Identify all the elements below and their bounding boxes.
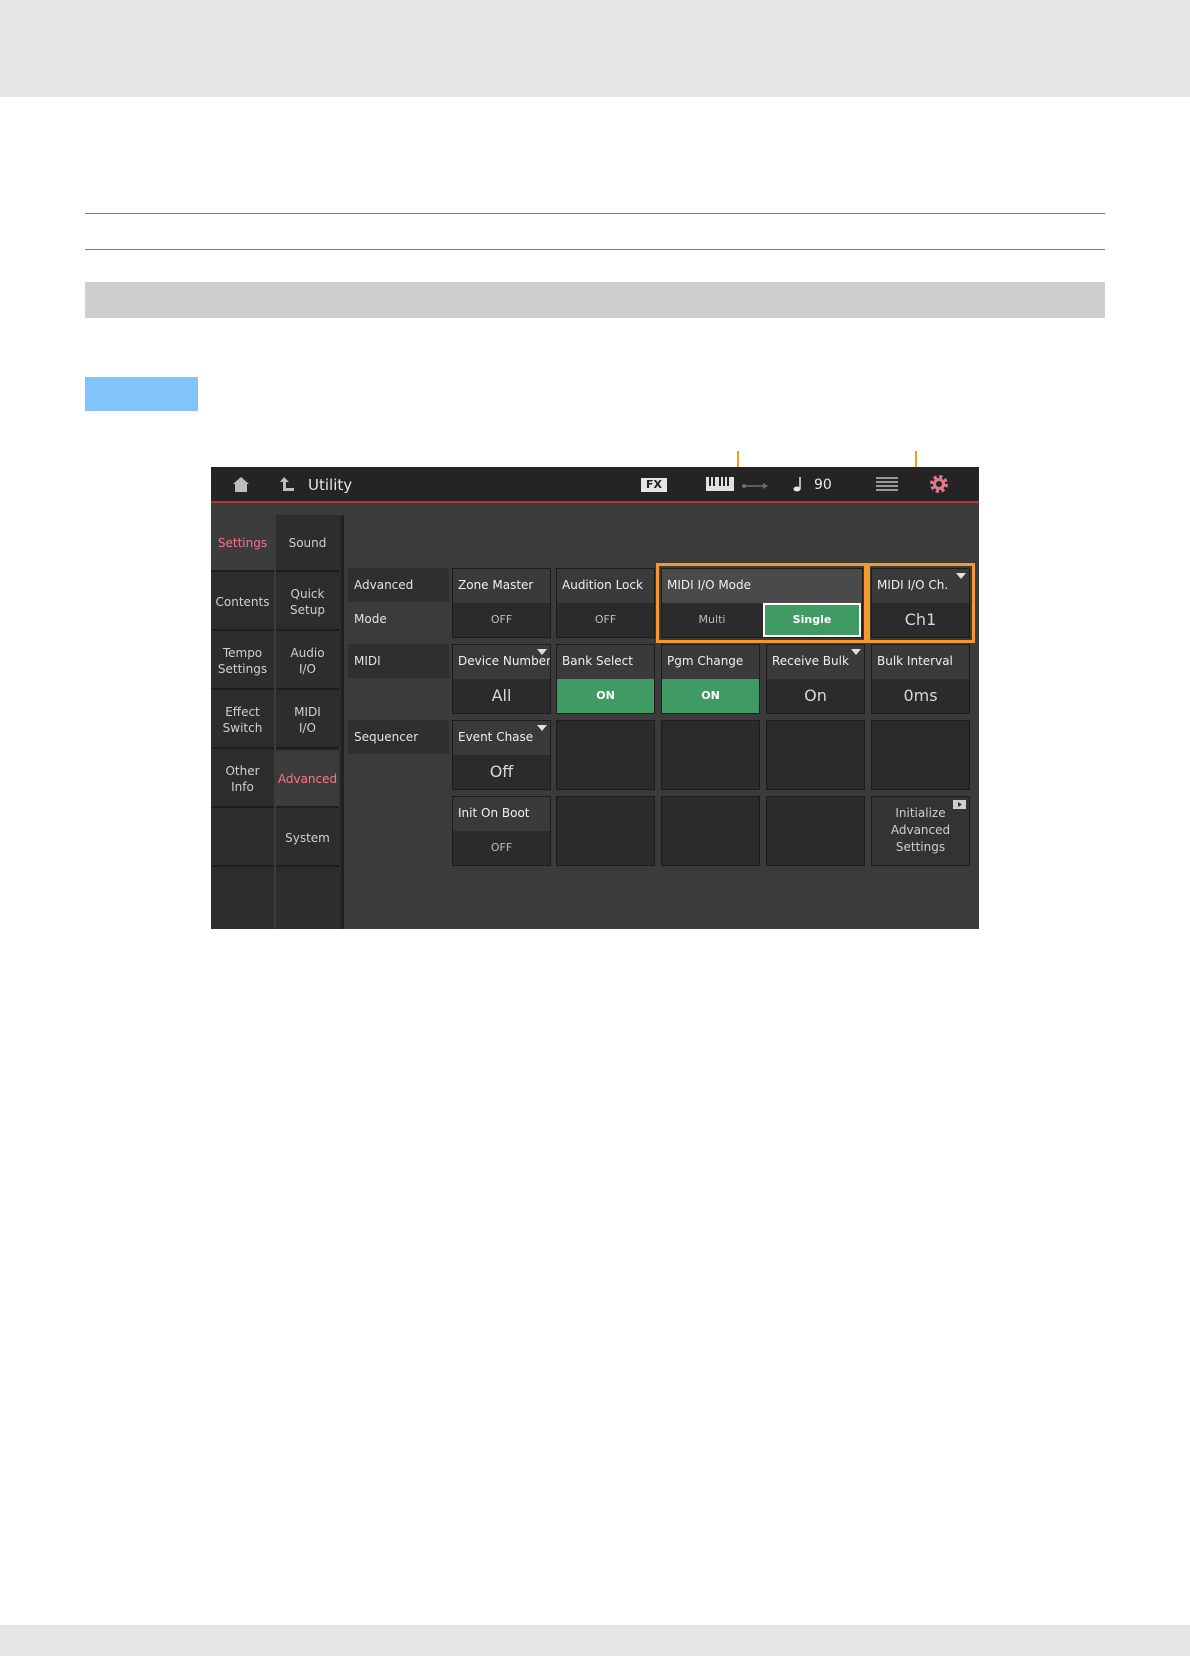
section-heading-bar xyxy=(85,282,1105,318)
back-arrow-icon[interactable] xyxy=(279,475,295,497)
empty-cell xyxy=(766,796,865,866)
title-bar-accent-line xyxy=(211,501,979,503)
sidebar-item-sound[interactable]: Sound xyxy=(276,515,339,572)
divider-top xyxy=(85,213,1105,214)
initialize-advanced-settings-label: Initialize Advanced Settings xyxy=(890,806,951,854)
sidebar-item-audio-io[interactable]: Audio I/O xyxy=(276,633,339,690)
init-on-boot-cell[interactable]: Init On Boot OFF xyxy=(452,796,551,866)
section-label-sequencer: Sequencer xyxy=(348,720,449,754)
zone-master-title: Zone Master xyxy=(453,569,550,603)
empty-cell xyxy=(871,720,970,790)
event-chase-value[interactable]: Off xyxy=(453,755,550,789)
highlight-box-midi-io-mode xyxy=(656,563,867,643)
sidebar-right: Sound Quick Setup Audio I/O MIDI I/O Adv… xyxy=(276,515,341,929)
sidebar-item-empty-3 xyxy=(276,869,339,926)
sidebar-item-tempo-settings[interactable]: Tempo Settings xyxy=(211,633,274,690)
sidebar-item-empty-2 xyxy=(211,869,274,926)
bank-select-cell[interactable]: Bank Select ON xyxy=(556,644,655,714)
event-chase-title: Event Chase xyxy=(453,721,550,755)
chevron-down-icon xyxy=(537,649,547,655)
title-bar: Utility FX 90 xyxy=(211,467,979,501)
receive-bulk-cell[interactable]: Receive Bulk On xyxy=(766,644,865,714)
sidebar-item-advanced[interactable]: Advanced xyxy=(276,751,339,808)
section-label-midi: MIDI xyxy=(348,644,449,678)
device-number-value[interactable]: All xyxy=(453,679,550,713)
receive-bulk-value[interactable]: On xyxy=(767,679,864,713)
init-on-boot-title: Init On Boot xyxy=(453,797,550,831)
init-on-boot-value[interactable]: OFF xyxy=(453,831,550,865)
fx-badge[interactable]: FX xyxy=(641,478,667,492)
device-number-title: Device Number xyxy=(453,645,550,679)
empty-cell xyxy=(556,796,655,866)
pgm-change-cell[interactable]: Pgm Change ON xyxy=(661,644,760,714)
sidebar-item-other-info[interactable]: Other Info xyxy=(211,751,274,808)
sidebar-item-midi-io[interactable]: MIDI I/O xyxy=(276,692,339,749)
gear-icon[interactable] xyxy=(929,474,949,498)
bulk-interval-title: Bulk Interval xyxy=(872,645,969,679)
audition-lock-cell[interactable]: Audition Lock OFF xyxy=(556,568,655,638)
bulk-interval-value[interactable]: 0ms xyxy=(872,679,969,713)
empty-cell xyxy=(661,720,760,790)
sidebar-divider xyxy=(341,515,344,929)
tempo-value[interactable]: 90 xyxy=(814,476,832,494)
pgm-change-value[interactable]: ON xyxy=(662,679,759,713)
sidebar-item-quick-setup[interactable]: Quick Setup xyxy=(276,574,339,631)
chevron-down-icon xyxy=(537,725,547,731)
page-footer-band xyxy=(0,1625,1190,1656)
sidebar-item-effect-switch[interactable]: Effect Switch xyxy=(211,692,274,749)
blue-label-tab xyxy=(85,377,198,411)
sidebar-item-contents[interactable]: Contents xyxy=(211,574,274,631)
home-icon[interactable] xyxy=(231,475,251,497)
empty-cell xyxy=(661,796,760,866)
audition-lock-title: Audition Lock xyxy=(557,569,654,603)
pgm-change-title: Pgm Change xyxy=(662,645,759,679)
page-header-band xyxy=(0,0,1190,97)
empty-cell xyxy=(766,720,865,790)
section-label-advanced-mode: Advanced Mode xyxy=(348,568,449,626)
device-number-cell[interactable]: Device Number All xyxy=(452,644,551,714)
receive-bulk-title: Receive Bulk xyxy=(767,645,864,679)
zone-master-cell[interactable]: Zone Master OFF xyxy=(452,568,551,638)
event-chase-cell[interactable]: Event Chase Off xyxy=(452,720,551,790)
quarter-note-icon xyxy=(793,475,803,497)
zone-master-value[interactable]: OFF xyxy=(453,603,550,637)
sidebar-item-settings[interactable]: Settings xyxy=(211,515,274,572)
bank-select-title: Bank Select xyxy=(557,645,654,679)
divider-bottom xyxy=(85,249,1105,250)
usb-icon xyxy=(741,478,769,496)
empty-cell xyxy=(556,720,655,790)
keyboard-icon xyxy=(706,477,734,495)
screen-title: Utility xyxy=(308,476,353,494)
chevron-down-icon xyxy=(851,649,861,655)
bulk-interval-cell[interactable]: Bulk Interval 0ms xyxy=(871,644,970,714)
highlight-box-midi-io-ch xyxy=(867,563,975,643)
sidebar-item-empty-1 xyxy=(211,810,274,867)
sidebar-left: Settings Contents Tempo Settings Effect … xyxy=(211,515,274,929)
bank-select-value[interactable]: ON xyxy=(557,679,654,713)
grid-icon[interactable] xyxy=(876,477,898,495)
audition-lock-value[interactable]: OFF xyxy=(557,603,654,637)
sidebar-item-system[interactable]: System xyxy=(276,810,339,867)
utility-screen: Utility FX 90 Settings Contents Tempo Se… xyxy=(211,467,979,929)
initialize-advanced-settings-button[interactable]: Initialize Advanced Settings xyxy=(871,796,970,866)
